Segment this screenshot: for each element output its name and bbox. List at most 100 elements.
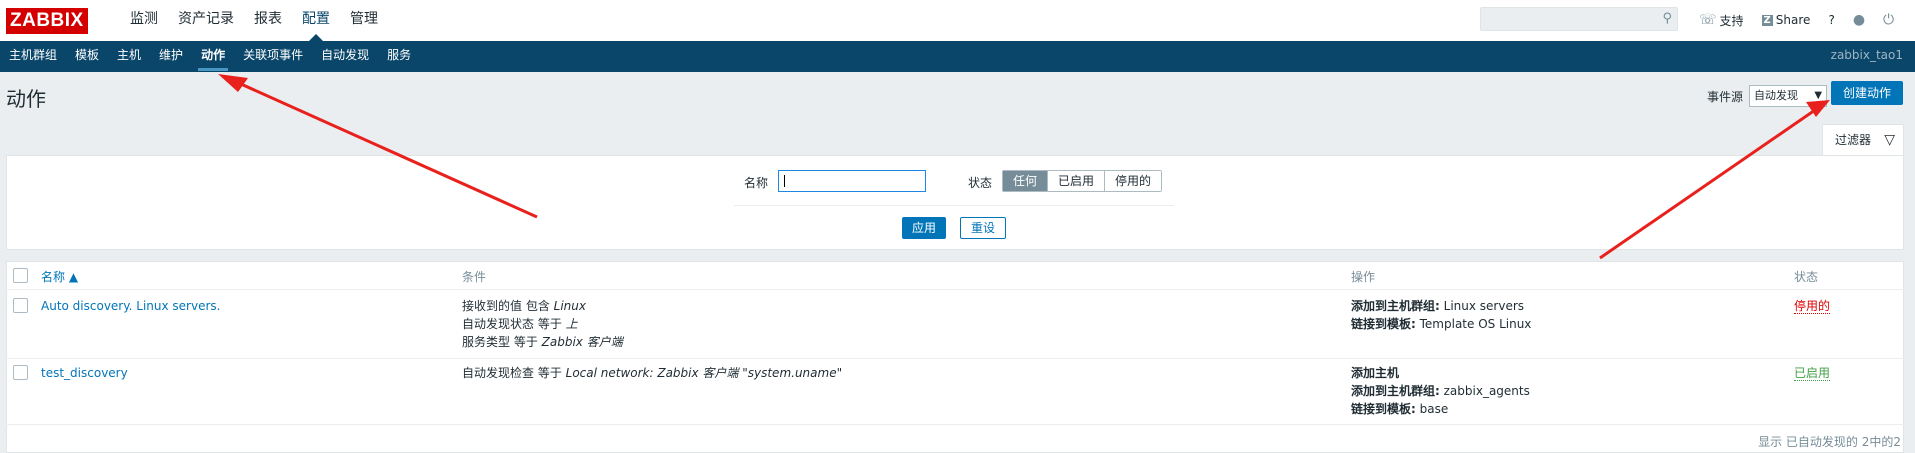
event-source-label: 事件源 — [1707, 89, 1744, 104]
operation-value: Linux servers — [1439, 299, 1525, 313]
column-header-name[interactable]: 名称 ▲ — [41, 268, 78, 285]
operation-line: 链接到模板: base — [1351, 400, 1530, 418]
filter-name-label: 名称 — [744, 176, 769, 190]
row-divider — [6, 289, 1904, 290]
conditions-cell: 自动发现检查 等于 Local network: Zabbix 客户端 "sys… — [462, 364, 842, 382]
condition-line: 自动发现检查 等于 Local network: Zabbix 客户端 "sys… — [462, 364, 842, 382]
select-all-checkbox[interactable] — [13, 268, 28, 283]
filter-name-input[interactable] — [778, 170, 926, 192]
sub-nav-templates[interactable]: 模板 — [66, 41, 108, 70]
operation-line: 添加到主机群组: zabbix_agents — [1351, 382, 1530, 400]
filter-tab-label: 过滤器 — [1835, 133, 1872, 147]
filter-icon: ▽ — [1884, 132, 1895, 148]
operation-line: 添加到主机群组: Linux servers — [1351, 297, 1531, 315]
event-source-value: 自动发现 — [1754, 89, 1799, 102]
top-bar: ZABBIX 监测 资产记录 报表 配置 管理 ⚲ ☏ 支持 Z Share ? ●… — [0, 0, 1915, 41]
condition-value: Zabbix 客户端 — [541, 335, 623, 349]
status-option-any[interactable]: 任何 — [1003, 171, 1048, 191]
status-toggle-link[interactable]: 停用的 — [1794, 299, 1831, 314]
column-header-status: 状态 — [1794, 270, 1819, 284]
condition-value: Local network: Zabbix 客户端 "system.uname" — [565, 366, 843, 380]
column-header-operations: 操作 — [1351, 270, 1376, 284]
status-cell: 停用的 — [1794, 297, 1831, 315]
status-cell: 已启用 — [1794, 364, 1831, 382]
logout-link[interactable]: ⏻ — [1874, 12, 1903, 28]
sub-nav: 主机群组 模板 主机 维护 动作 关联项事件 自动发现 服务 zabbix_ta… — [0, 41, 1915, 72]
top-links: ☏ 支持 Z Share ? ● ⏻ — [1690, 0, 1903, 40]
sub-nav-discovery[interactable]: 自动发现 — [312, 41, 378, 70]
operations-cell: 添加到主机群组: Linux servers 链接到模板: Template O… — [1351, 297, 1531, 333]
condition-line: 服务类型 等于 Zabbix 客户端 — [462, 333, 623, 351]
operation-line: 添加主机 — [1351, 364, 1530, 382]
sub-nav-actions[interactable]: 动作 — [192, 41, 234, 71]
operation-value: base — [1415, 402, 1449, 416]
filter-status-label: 状态 — [968, 176, 993, 190]
sub-nav-host-groups[interactable]: 主机群组 — [0, 41, 66, 70]
column-header-conditions: 条件 — [462, 270, 487, 284]
main-nav-inventory[interactable]: 资产记录 — [168, 0, 244, 41]
zabbix-logo[interactable]: ZABBIX — [6, 8, 88, 34]
user-profile-link[interactable]: ● — [1844, 12, 1874, 28]
help-icon: ? — [1828, 13, 1835, 27]
filter-divider — [734, 205, 1174, 206]
main-nav: 监测 资产记录 报表 配置 管理 — [120, 0, 388, 41]
conditions-cell: 接收到的值 包含 Linux 自动发现状态 等于 上 服务类型 等于 Zabbi… — [462, 297, 623, 351]
condition-text: 接收到的值 包含 — [462, 299, 554, 313]
search-input[interactable]: ⚲ — [1480, 7, 1678, 31]
support-link[interactable]: ☏ 支持 — [1690, 12, 1753, 29]
user-icon: ● — [1852, 12, 1866, 28]
event-source-select[interactable]: 自动发现 ▼ — [1749, 85, 1828, 107]
chevron-down-icon: ▼ — [1814, 90, 1823, 101]
username: zabbix_tao1 — [1830, 48, 1903, 62]
condition-value: 上 — [565, 317, 578, 331]
page-title: 动作 — [6, 87, 46, 111]
row-divider — [6, 358, 1904, 359]
support-label: 支持 — [1719, 13, 1744, 28]
operation-label: 添加到主机群组: — [1351, 384, 1440, 398]
operation-label: 链接到模板: — [1351, 317, 1416, 331]
sub-nav-maintenance[interactable]: 维护 — [150, 41, 192, 70]
share-label: Share — [1775, 13, 1811, 27]
condition-text: 自动发现状态 等于 — [462, 317, 566, 331]
reset-button[interactable]: 重设 — [960, 217, 1007, 239]
help-link[interactable]: ? — [1819, 13, 1843, 27]
action-name-link[interactable]: test_discovery — [41, 364, 128, 382]
table-footer-count: 显示 已自动发现的 2中的2 — [1758, 435, 1901, 449]
row-divider — [6, 424, 1904, 425]
headset-icon: ☏ — [1699, 12, 1717, 28]
status-option-enabled[interactable]: 已启用 — [1047, 171, 1105, 191]
main-nav-reports[interactable]: 报表 — [244, 0, 292, 41]
operations-cell: 添加主机 添加到主机群组: zabbix_agents 链接到模板: base — [1351, 364, 1530, 418]
main-nav-configuration[interactable]: 配置 — [292, 0, 340, 41]
main-nav-monitoring[interactable]: 监测 — [120, 0, 168, 41]
condition-line: 接收到的值 包含 Linux — [462, 297, 623, 315]
sub-nav-services[interactable]: 服务 — [378, 41, 420, 70]
event-source: 事件源 自动发现 ▼ — [1707, 85, 1828, 107]
operation-label: 添加主机 — [1351, 366, 1400, 380]
status-toggle-link[interactable]: 已启用 — [1794, 366, 1831, 381]
apply-button[interactable]: 应用 — [902, 217, 947, 239]
create-action-button[interactable]: 创建动作 — [1830, 81, 1903, 105]
share-link[interactable]: Z Share — [1753, 13, 1820, 27]
condition-value: Linux — [553, 299, 586, 313]
power-icon: ⏻ — [1883, 12, 1895, 28]
row-checkbox[interactable] — [13, 365, 28, 380]
operation-label: 添加到主机群组: — [1351, 299, 1440, 313]
operation-value: Template OS Linux — [1415, 317, 1532, 331]
sub-nav-event-correlation[interactable]: 关联项事件 — [234, 41, 312, 70]
operation-value: zabbix_agents — [1439, 384, 1530, 398]
share-icon: Z — [1761, 14, 1773, 26]
status-option-disabled[interactable]: 停用的 — [1104, 171, 1162, 191]
operation-label: 链接到模板: — [1351, 402, 1416, 416]
filter-panel — [6, 155, 1904, 250]
search-icon[interactable]: ⚲ — [1662, 11, 1672, 26]
condition-line: 自动发现状态 等于 上 — [462, 315, 623, 333]
filter-tab[interactable]: 过滤器 ▽ — [1822, 124, 1904, 156]
sub-nav-hosts[interactable]: 主机 — [108, 41, 150, 70]
operation-line: 链接到模板: Template OS Linux — [1351, 315, 1531, 333]
row-checkbox[interactable] — [13, 298, 28, 313]
action-name-link[interactable]: Auto discovery. Linux servers. — [41, 297, 220, 315]
filter-status-toggle: 任何 已启用 停用的 — [1002, 170, 1163, 192]
main-nav-administration[interactable]: 管理 — [340, 0, 388, 41]
condition-text: 自动发现检查 等于 — [462, 366, 566, 380]
